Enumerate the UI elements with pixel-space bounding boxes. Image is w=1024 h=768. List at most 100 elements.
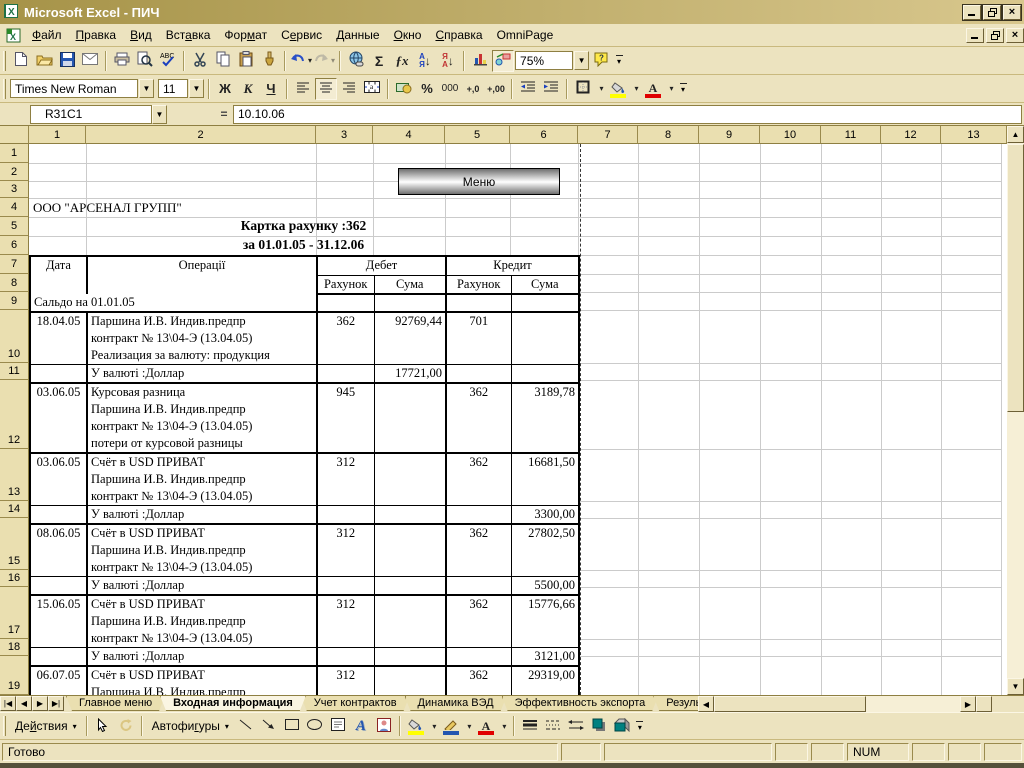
decrease-decimal-button[interactable]: +,00 xyxy=(485,78,507,100)
font-size-combobox[interactable]: 11 xyxy=(158,79,188,98)
column-header[interactable]: 2 xyxy=(86,126,316,144)
new-button[interactable] xyxy=(10,50,32,72)
cell-currency-label[interactable]: У валюті :Доллар xyxy=(87,577,317,596)
cell-date[interactable]: 03.06.05 xyxy=(30,383,87,453)
font-color-button[interactable]: А xyxy=(475,715,497,737)
restore-button[interactable] xyxy=(983,5,1001,20)
zoom-combobox[interactable]: 75% xyxy=(515,51,573,70)
drawing-toggle-button[interactable] xyxy=(492,50,514,72)
sort-ascending-button[interactable]: АЯ ↓ xyxy=(414,50,436,72)
paste-function-button[interactable]: ƒx xyxy=(391,50,413,72)
copy-button[interactable] xyxy=(212,50,234,72)
cell-credit-sum[interactable]: 27802,50 xyxy=(511,524,579,577)
row-header[interactable]: 8 xyxy=(0,274,29,292)
cell-currency-label[interactable]: У валюті :Доллар xyxy=(87,365,317,384)
comma-style-button[interactable]: 000 xyxy=(439,78,461,100)
borders-button[interactable] xyxy=(572,78,594,100)
cell-credit-sum[interactable]: 29319,00 xyxy=(511,666,579,695)
cell-date[interactable]: 18.04.05 xyxy=(30,312,87,365)
cell-debit-account[interactable]: 312 xyxy=(317,666,374,695)
font-color-dropdown-arrow[interactable]: ▾ xyxy=(498,715,509,737)
cell-credit-account[interactable]: 362 xyxy=(446,666,511,695)
hyperlink-button[interactable] xyxy=(345,50,367,72)
chart-wizard-button[interactable] xyxy=(469,50,491,72)
tab-scroll-last-button[interactable]: ▶| xyxy=(48,696,64,711)
merge-center-button[interactable]: a xyxy=(361,78,383,100)
autoshapes-button[interactable]: Автофигуры▾ xyxy=(147,715,234,737)
paste-button[interactable] xyxy=(235,50,257,72)
fill-color-button[interactable] xyxy=(607,78,629,100)
oval-tool-button[interactable] xyxy=(304,715,326,737)
menu-insert[interactable]: Вставка xyxy=(159,26,218,44)
font-color-dropdown-arrow[interactable]: ▾ xyxy=(665,78,676,100)
sheet-close-button[interactable]: × xyxy=(1006,28,1024,43)
cell-date[interactable]: 03.06.05 xyxy=(30,453,87,506)
card-period[interactable]: за 01.01.05 - 31.12.06 xyxy=(29,237,578,253)
column-header[interactable]: 13 xyxy=(941,126,1007,144)
cell-credit-account[interactable]: 362 xyxy=(446,383,511,453)
row-header[interactable]: 9 xyxy=(0,292,29,310)
underline-button[interactable]: Ч xyxy=(260,78,282,100)
column-header[interactable]: 9 xyxy=(699,126,760,144)
row-header[interactable]: 13 xyxy=(0,449,29,501)
font-color-button[interactable]: А xyxy=(642,78,664,100)
minimize-button[interactable] xyxy=(963,5,981,20)
shadow-button[interactable] xyxy=(588,715,610,737)
help-button[interactable]: ? xyxy=(590,50,612,72)
percent-style-button[interactable]: % xyxy=(416,78,438,100)
undo-button[interactable]: ▾ xyxy=(290,50,312,72)
select-all-corner[interactable] xyxy=(0,126,29,144)
cell-debit-account[interactable]: 312 xyxy=(317,453,374,506)
row-header[interactable]: 16 xyxy=(0,570,29,587)
cell-debit-sum[interactable] xyxy=(374,666,446,695)
sort-descending-button[interactable]: ЯА ↓ xyxy=(437,50,459,72)
dash-style-button[interactable] xyxy=(542,715,564,737)
cell-currency-label[interactable]: У валюті :Доллар xyxy=(87,648,317,667)
cell-credit-account[interactable]: 362 xyxy=(446,453,511,506)
tab-scroll-first-button[interactable]: |◀ xyxy=(0,696,16,711)
header-debit-account[interactable]: Рахунок xyxy=(317,275,374,294)
row-header[interactable]: 11 xyxy=(0,363,29,380)
cell-credit-sum[interactable]: 3189,78 xyxy=(511,383,579,453)
sheet-tab-input-info[interactable]: Входная информация xyxy=(160,696,306,711)
print-button[interactable] xyxy=(111,50,133,72)
header-debit-sum[interactable]: Сума xyxy=(374,275,446,294)
header-date[interactable]: Дата xyxy=(30,256,87,294)
cell-credit-sum[interactable]: 3121,00 xyxy=(511,648,579,667)
header-debit[interactable]: Дебет xyxy=(317,256,446,275)
cell-credit-sum[interactable]: 16681,50 xyxy=(511,453,579,506)
font-size-dropdown-arrow[interactable]: ▼ xyxy=(189,79,204,98)
horizontal-scroll-thumb[interactable] xyxy=(714,696,866,712)
italic-button[interactable]: К xyxy=(237,78,259,100)
cell-operation[interactable]: Паршина И.В. Индив.предпрконтракт № 13\0… xyxy=(87,312,317,365)
column-header[interactable]: 11 xyxy=(821,126,881,144)
menu-file[interactable]: Файл xyxy=(25,26,69,44)
header-credit-account[interactable]: Рахунок xyxy=(446,275,511,294)
row-header[interactable]: 2 xyxy=(0,163,29,181)
font-name-combobox[interactable]: Times New Roman xyxy=(10,79,138,98)
toolbar-options-button[interactable]: ▾ xyxy=(677,78,689,100)
close-button[interactable]: × xyxy=(1003,5,1021,20)
cell-date[interactable]: 06.07.05 xyxy=(30,666,87,695)
cell-debit-account[interactable]: 312 xyxy=(317,524,374,577)
row-header[interactable]: 7 xyxy=(0,255,29,274)
align-right-button[interactable] xyxy=(338,78,360,100)
email-button[interactable] xyxy=(79,50,101,72)
cell-operation[interactable]: Счёт в USD ПРИВАТПаршина И.В. Индив.пред… xyxy=(87,595,317,648)
currency-style-button[interactable] xyxy=(393,78,415,100)
row-header[interactable]: 15 xyxy=(0,518,29,570)
column-header[interactable]: 5 xyxy=(445,126,510,144)
sheet-tab-export-efficiency[interactable]: Эффективность экспорта xyxy=(502,696,659,711)
menu-tools[interactable]: Сервис xyxy=(274,26,329,44)
cell-debit-sum[interactable]: 92769,44 xyxy=(374,312,446,365)
cell-debit-account[interactable]: 312 xyxy=(317,595,374,648)
font-name-dropdown-arrow[interactable]: ▼ xyxy=(139,79,154,98)
header-credit-sum[interactable]: Сума xyxy=(511,275,579,294)
scroll-down-button[interactable]: ▼ xyxy=(1007,678,1024,695)
sheet-tab-contracts[interactable]: Учет контрактов xyxy=(301,696,410,711)
row-header[interactable]: 10 xyxy=(0,310,29,363)
toolbar-grip[interactable] xyxy=(3,716,6,736)
column-header[interactable]: 10 xyxy=(760,126,821,144)
cell-credit-account[interactable]: 362 xyxy=(446,524,511,577)
menu-help[interactable]: Справка xyxy=(428,26,489,44)
